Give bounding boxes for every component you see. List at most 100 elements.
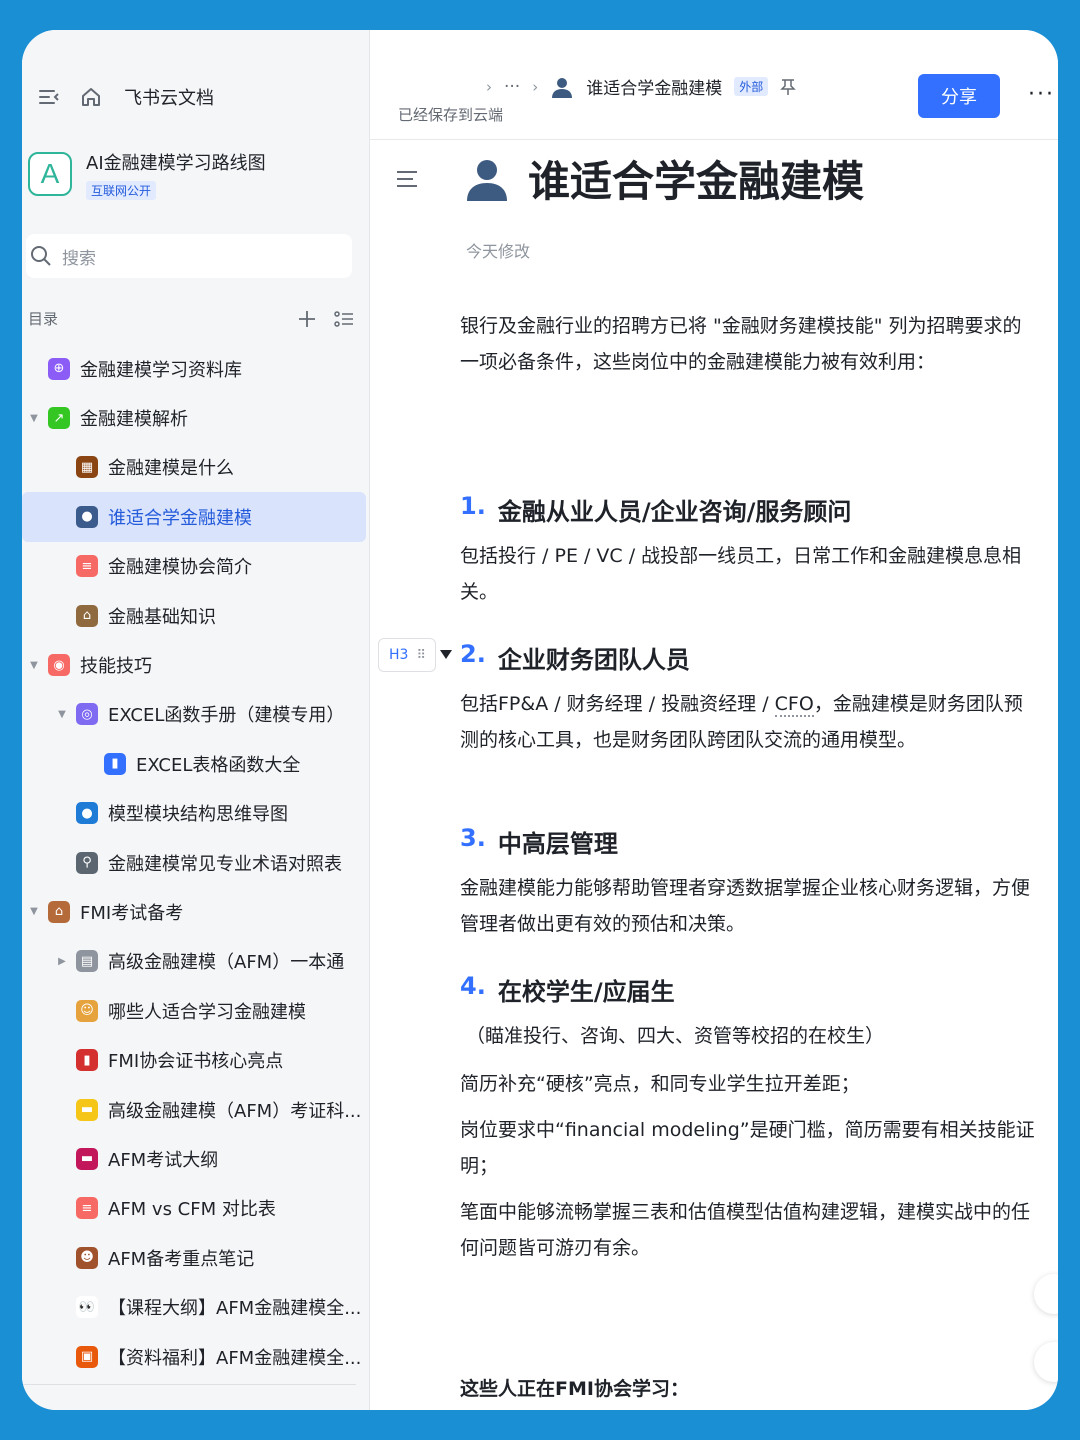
drag-handle-icon[interactable]: ⠿ [416, 648, 425, 663]
share-button[interactable]: 分享 [918, 74, 1000, 118]
gift-icon: ▣ [76, 1345, 98, 1368]
sidebar-item[interactable]: ⚲ 金融建模常见专业术语对照表 [22, 838, 370, 887]
section-number: 4. [460, 972, 486, 1000]
sidebar-item-label: 谁适合学金融建模 [108, 507, 252, 529]
collapse-icon[interactable]: ▼ [28, 660, 40, 671]
sidebar-item[interactable]: ⊕ 金融建模学习资料库 [22, 344, 370, 393]
outline-menu-icon[interactable] [396, 170, 418, 192]
collapse-icon[interactable]: ▼ [28, 906, 40, 917]
document-title-text[interactable]: 谁适合学金融建模 [528, 148, 864, 209]
sidebar-item-label: 模型模块结构思维导图 [108, 804, 288, 826]
sidebar-item[interactable]: ▦ 金融建模是什么 [22, 443, 370, 492]
section-title: 金融从业人员/企业咨询/服务顾问 [497, 498, 852, 526]
sidebar-item[interactable]: ≡ 金融建模协会简介 [22, 542, 370, 591]
sidebar-topbar: 飞书云文档 [36, 82, 214, 112]
add-icon[interactable] [298, 310, 316, 328]
wiki-logo: A [28, 152, 72, 196]
toc-tree: ⊕ 金融建模学习资料库 ▼ ↗ 金融建模解析 ▦ 金融建模是什么 ● 谁适合学金融建模 ≡ 金融建模… [22, 344, 370, 1381]
sidebar-item-label: 哪些人适合学习金融建模 [108, 1001, 306, 1023]
section-title: 企业财务团队人员 [497, 646, 690, 674]
intro-paragraph[interactable]: 银行及金融行业的招聘方已将 "金融财务建模技能" 列为招聘要求的一项必备条件，这… [460, 308, 1030, 380]
footer-heading[interactable]: 这些人正在FMI协会学习： [460, 1374, 689, 1401]
block-handle[interactable]: H3 ⠿ [378, 638, 436, 672]
tool-icon: ◉ [48, 654, 70, 677]
section-paragraph-4d[interactable]: 笔面中能够流畅掌握三表和估值模型估值构建逻辑，建模实战中的任何问题皆可游刃有余。 [460, 1194, 1030, 1266]
search-placeholder: 搜索 [62, 248, 96, 269]
section-heading-2[interactable]: 2. 企业财务团队人员 [460, 640, 690, 675]
collapse-sidebar-icon[interactable] [36, 84, 62, 110]
sidebar-item[interactable]: ☻ AFM备考重点笔记 [22, 1233, 370, 1282]
sidebar-item[interactable]: ☺ 哪些人适合学习金融建模 [22, 986, 370, 1035]
person-icon [467, 159, 507, 201]
document-title: 谁适合学金融建模 [464, 148, 864, 209]
more-options-button[interactable]: ··· [1028, 82, 1055, 107]
sidebar-item[interactable]: ▼ ⌂ FMI考试备考 [22, 887, 370, 936]
section-number: 3. [460, 824, 486, 852]
section-heading-4[interactable]: 4. 在校学生/应届生 [460, 972, 675, 1007]
sidebar-item[interactable]: ● 谁适合学金融建模 [22, 492, 366, 542]
factory-icon: ⌂ [48, 900, 70, 923]
doc-header: › ··· › 谁适合学金融建模 外部 已经保存到云端 分享 ··· [370, 30, 1058, 140]
section-paragraph-1[interactable]: 包括投行 / PE / VC / 战投部一线员工，日常工作和金融建模息息相关。 [460, 538, 1030, 610]
list-view-icon[interactable] [334, 310, 354, 328]
section-number: 1. [460, 492, 486, 520]
pin-icon[interactable] [780, 78, 797, 96]
section-heading-1[interactable]: 1. 金融从业人员/企业咨询/服务顾问 [460, 492, 851, 527]
section-paragraph-4a[interactable]: （瞄准投行、咨询、四大、资管等校招的在校生） [466, 1018, 1036, 1054]
help-icon[interactable] [1034, 1342, 1058, 1382]
toc-label: 目录 [28, 310, 59, 328]
section-title: 在校学生/应届生 [497, 978, 675, 1006]
cfo-term: CFO [774, 693, 814, 717]
sidebar-item[interactable]: ⌂ 金融基础知识 [22, 591, 370, 640]
breadcrumb-ellipsis[interactable]: ··· [504, 77, 520, 97]
bar-chart-icon: ▮ [104, 752, 126, 775]
sidebar-item[interactable]: ▼ ↗ 金融建模解析 [22, 393, 370, 442]
sidebar-item[interactable]: ● 模型模块结构思维导图 [22, 789, 370, 838]
sidebar-item-label: AFM考试大纲 [108, 1149, 219, 1171]
monkey-icon: ☻ [76, 1246, 98, 1269]
sidebar-item[interactable]: ▣ 【资料福利】AFM金融建模全... [22, 1332, 370, 1381]
target-icon: ◎ [76, 703, 98, 726]
breadcrumb-separator-icon: › [532, 77, 539, 96]
sidebar: 飞书云文档 A AI金融建模学习路线图 互联网公开 搜索 目录 ⊕ 金融建模学习资… [22, 30, 370, 1410]
home-icon[interactable] [78, 84, 104, 110]
collapse-icon[interactable]: ▼ [28, 413, 40, 424]
sidebar-item-label: 金融建模协会简介 [108, 557, 252, 579]
collapse-icon[interactable]: ▼ [56, 709, 68, 720]
sidebar-item-label: 金融建模解析 [80, 409, 188, 431]
app-brand[interactable]: 飞书云文档 [124, 84, 214, 110]
section-paragraph-4b[interactable]: 简历补充“硬核”亮点，和同专业学生拉开差距； [460, 1066, 1030, 1102]
section-paragraph-3[interactable]: 金融建模能力能够帮助管理者穿透数据掌握企业核心财务逻辑，方便管理者做出更有效的预… [460, 870, 1030, 942]
sidebar-item[interactable]: ≡ AFM vs CFM 对比表 [22, 1184, 370, 1233]
breadcrumb-current[interactable]: 谁适合学金融建模 [586, 74, 722, 99]
sidebar-item[interactable]: ▶ ▤ 高级金融建模（AFM）一本通 [22, 937, 370, 986]
public-badge: 互联网公开 [86, 181, 157, 200]
section-paragraph-4c[interactable]: 岗位要求中“financial modeling”是硬门槛，简历需要有相关技能证… [460, 1112, 1040, 1184]
sidebar-item[interactable]: ▬ 高级金融建模（AFM）考证科... [22, 1085, 370, 1134]
sidebar-item[interactable]: 👀 【课程大纲】AFM金融建模全... [22, 1282, 370, 1331]
doc-icon: ≡ [76, 555, 98, 578]
sidebar-item[interactable]: ▮ EXCEL表格函数大全 [22, 739, 370, 788]
app-window: 飞书云文档 A AI金融建模学习路线图 互联网公开 搜索 目录 ⊕ 金融建模学习资… [22, 30, 1058, 1410]
section-heading-3[interactable]: 3. 中高层管理 [460, 824, 618, 859]
paragraph-text: 包括FP&A / 财务经理 / 投融资经理 / [460, 693, 775, 715]
sidebar-item[interactable]: ▬ AFM考试大纲 [22, 1134, 370, 1183]
section-title: 中高层管理 [497, 830, 618, 858]
heading-type-label: H3 [389, 647, 409, 663]
sidebar-item-label: 【资料福利】AFM金融建模全... [108, 1347, 362, 1369]
expand-icon[interactable]: ▶ [56, 956, 68, 967]
document-area: › ··· › 谁适合学金融建模 外部 已经保存到云端 分享 ··· 谁适合学金… [370, 30, 1058, 1410]
wiki-title[interactable]: AI金融建模学习路线图 [86, 152, 266, 176]
sidebar-item[interactable]: ▮ FMI协会证书核心亮点 [22, 1035, 370, 1084]
doc-icon: ≡ [76, 1197, 98, 1220]
section-paragraph-2[interactable]: 包括FP&A / 财务经理 / 投融资经理 / CFO，金融建模是财务团队预测的… [460, 686, 1030, 758]
sidebar-item[interactable]: ▼ ◎ EXCEL函数手册（建模专用） [22, 690, 370, 739]
sidebar-item-label: FMI考试备考 [80, 902, 184, 924]
globe-icon: ⊕ [48, 357, 70, 380]
folder-icon: ▬ [76, 1098, 98, 1121]
sidebar-item-label: 高级金融建模（AFM）考证科... [108, 1100, 362, 1122]
sidebar-item[interactable]: ▼ ◉ 技能技巧 [22, 640, 370, 689]
search-input[interactable]: 搜索 [26, 234, 352, 278]
collapse-heading-icon[interactable] [440, 650, 452, 659]
copy-icon[interactable] [1034, 1274, 1058, 1314]
